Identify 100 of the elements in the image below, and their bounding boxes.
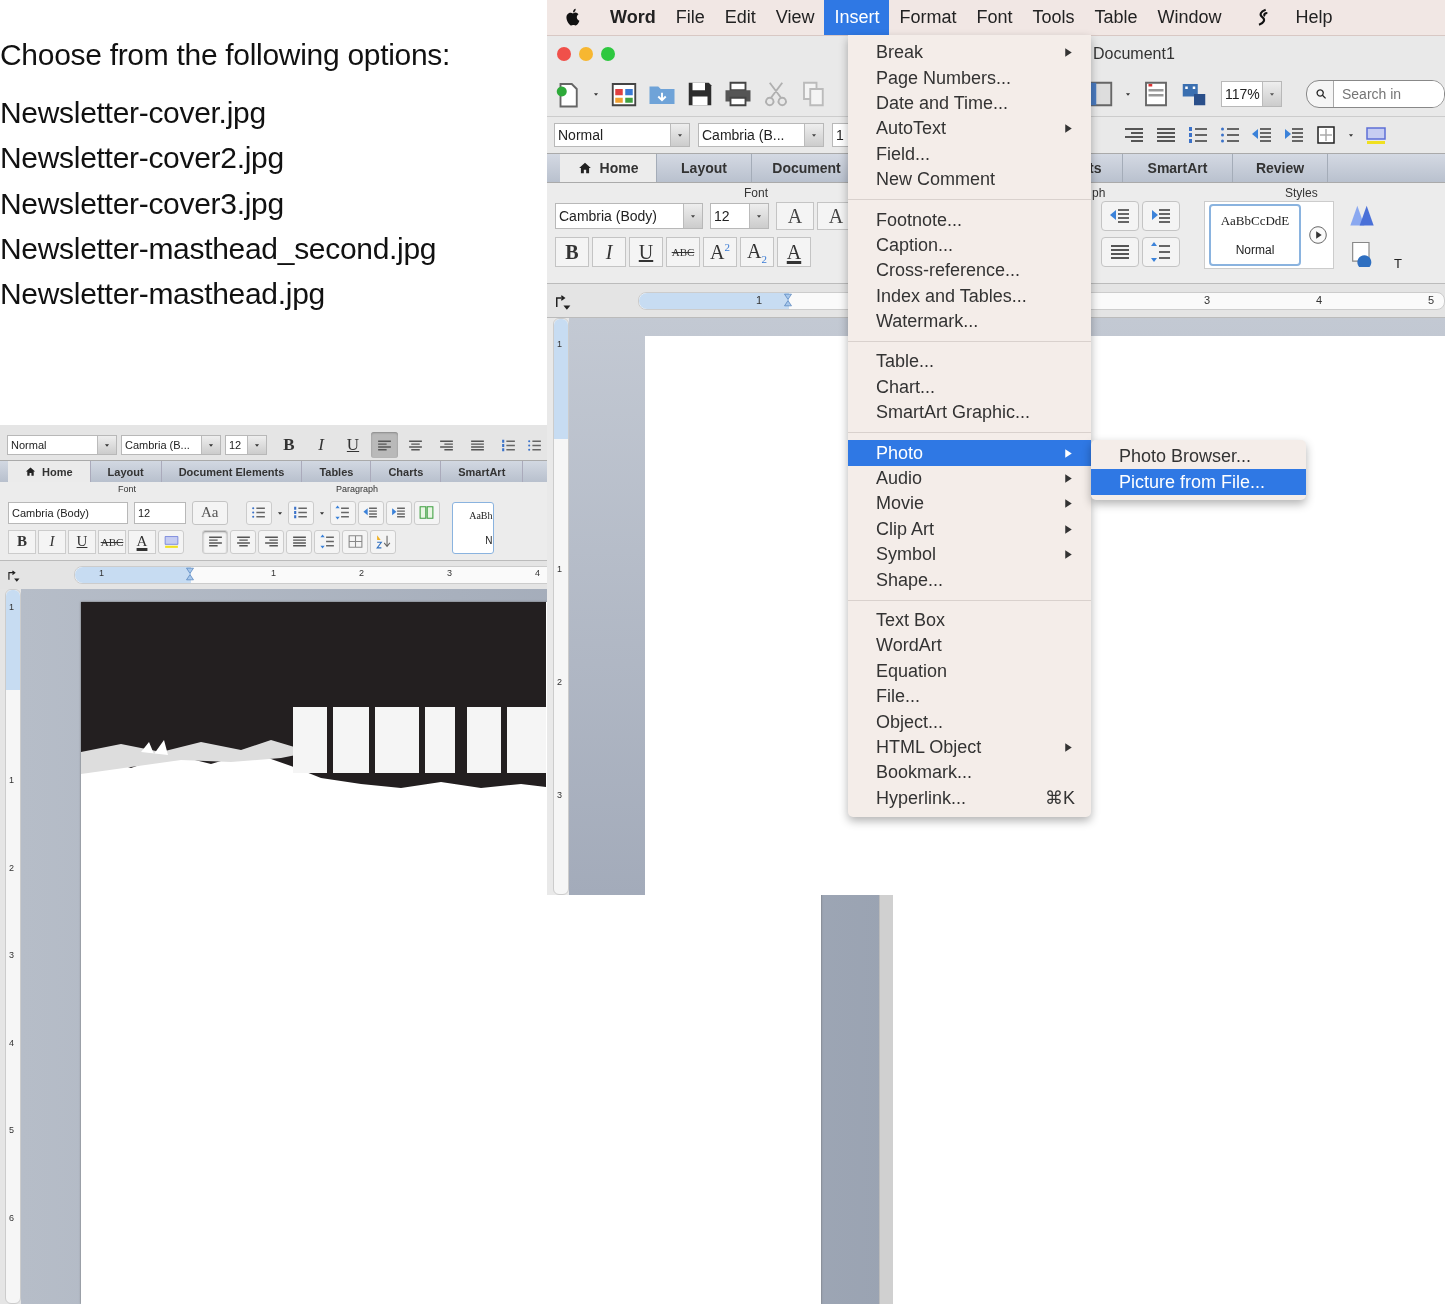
- menu-item[interactable]: Clip Art: [848, 516, 1091, 543]
- menu-item[interactable]: SmartArt Graphic...: [848, 400, 1091, 426]
- ribbon-tab[interactable]: Home: [560, 154, 657, 182]
- menu-item[interactable]: Photo: [848, 440, 1091, 466]
- ribbon-tab[interactable]: SmartArt: [1123, 154, 1233, 182]
- italic-button[interactable]: I: [592, 237, 626, 267]
- menu-item[interactable]: Symbol: [848, 542, 1091, 568]
- font-size-dropdown[interactable]: 12: [710, 203, 769, 229]
- font-dropdown[interactable]: Cambria (B...: [698, 123, 824, 147]
- menu-item[interactable]: Table...: [848, 349, 1091, 375]
- bold-button[interactable]: B: [555, 237, 589, 267]
- ruler-number: 1: [557, 339, 562, 349]
- bold-button[interactable]: B: [8, 529, 36, 554]
- menu-item[interactable]: Bookmark...: [848, 760, 1091, 786]
- menu-bar-item[interactable]: Insert: [824, 0, 890, 35]
- font-size-dropdown[interactable]: 12: [225, 435, 267, 455]
- menu-item[interactable]: Break: [848, 40, 1091, 66]
- search-field[interactable]: Search in: [1305, 79, 1445, 108]
- ruler-number: 3: [9, 950, 14, 961]
- ruler-number: 4: [535, 568, 540, 578]
- menu-item[interactable]: WordArt: [848, 633, 1091, 659]
- menu-item[interactable]: Audio: [848, 465, 1091, 492]
- menu-item[interactable]: Date and Time...: [848, 90, 1091, 117]
- menu-item[interactable]: Watermark...: [848, 308, 1091, 335]
- menu-item[interactable]: Text Box: [848, 607, 1091, 634]
- font-dropdown[interactable]: Cambria (B...: [121, 435, 221, 455]
- menu-item[interactable]: Object...: [848, 709, 1091, 735]
- menu-item[interactable]: Movie: [848, 491, 1091, 517]
- ruler-number: 1: [9, 602, 14, 612]
- strike-button[interactable]: ABC: [666, 237, 700, 267]
- group-label: Paragraph: [336, 484, 379, 494]
- ruler-number: 1: [557, 564, 562, 574]
- group-label: ph: [1092, 186, 1106, 200]
- menu-bar-item[interactable]: View: [765, 0, 825, 35]
- ruler-number: 1: [756, 293, 763, 306]
- file-option: Newsletter-cover.jpg: [0, 90, 451, 136]
- ruler-number: 4: [1316, 293, 1323, 306]
- menu-item[interactable]: Chart...: [848, 374, 1091, 401]
- menu-item[interactable]: Shape...: [848, 567, 1091, 593]
- style-preview[interactable]: AaBh N: [451, 502, 494, 554]
- color-button[interactable]: A: [777, 237, 811, 267]
- file-option: Newsletter-cover3.jpg: [0, 180, 451, 226]
- menu-item[interactable]: Picture from File...: [1091, 469, 1306, 495]
- file-option: Newsletter-masthead.jpg: [0, 271, 451, 317]
- menu-bar-item[interactable]: Tools: [1022, 0, 1085, 35]
- menu-bar-item[interactable]: Edit: [714, 0, 766, 35]
- grow-font-button[interactable]: A: [775, 202, 814, 230]
- font-size-dropdown[interactable]: 12: [134, 501, 186, 524]
- menu-item[interactable]: Cross-reference...: [848, 258, 1091, 284]
- menu-item[interactable]: File...: [848, 684, 1091, 710]
- super-button[interactable]: A$^{2}$: [703, 237, 737, 267]
- menu-item[interactable]: Equation: [848, 658, 1091, 684]
- color-button[interactable]: A: [128, 529, 156, 554]
- bold-button[interactable]: B: [275, 433, 303, 457]
- ribbon-tab[interactable]: Review: [1233, 154, 1328, 182]
- menu-bar-item[interactable]: File: [665, 0, 715, 35]
- menu-item[interactable]: Hyperlink... ⌘K: [848, 785, 1091, 811]
- italic-button[interactable]: I: [38, 529, 66, 554]
- ruler-number: 3: [1204, 293, 1211, 306]
- ribbon-tab[interactable]: Layout: [657, 154, 752, 182]
- menu-item[interactable]: Caption...: [848, 232, 1091, 259]
- ruler-number: 2: [359, 568, 364, 578]
- file-option: Newsletter-masthead_second.jpg: [0, 225, 451, 272]
- menu-item[interactable]: Photo Browser...: [1091, 444, 1306, 470]
- style-preview[interactable]: AaBbCcDdE Normal: [1209, 204, 1301, 266]
- ruler-number: 1: [99, 568, 104, 578]
- ruler-number: 1: [9, 775, 14, 785]
- ruler-number: 1: [271, 568, 276, 578]
- group-label: Styles: [1285, 186, 1318, 200]
- change-case-button[interactable]: Aa: [192, 500, 228, 525]
- group-label: Font: [744, 186, 768, 200]
- ruler-number: 4: [9, 1037, 14, 1048]
- ribbon-tab[interactable]: Home: [8, 461, 91, 482]
- sub-button[interactable]: A$_{2}$: [740, 237, 774, 267]
- strike-button[interactable]: ABC: [98, 529, 126, 554]
- underline-button[interactable]: U: [629, 237, 663, 267]
- ruler-number: 2: [9, 862, 14, 873]
- style-dropdown[interactable]: Normal: [7, 435, 117, 455]
- ruler-number: 3: [557, 790, 562, 800]
- ruler-number: 6: [9, 1213, 14, 1223]
- underline-button[interactable]: U: [339, 433, 367, 457]
- window-title: Document1: [1093, 44, 1175, 63]
- menu-item[interactable]: HTML Object: [848, 734, 1091, 761]
- menu-bar-item[interactable]: Format: [889, 0, 967, 35]
- menu-bar-item[interactable]: Word: [600, 0, 666, 35]
- style-dropdown[interactable]: Normal: [554, 123, 690, 147]
- font-dropdown[interactable]: Cambria (Body): [8, 501, 128, 524]
- zoom-dropdown[interactable]: 117%: [1221, 80, 1282, 107]
- underline-button[interactable]: U: [68, 529, 96, 554]
- italic-button[interactable]: I: [307, 433, 335, 457]
- menu-item[interactable]: Page Numbers...: [848, 65, 1091, 91]
- instruction-text: Choose from the following options:: [0, 38, 451, 72]
- menu-bar-item[interactable]: Help: [1285, 0, 1343, 35]
- font-dropdown[interactable]: Cambria (Body): [555, 203, 704, 229]
- menu-bar-item[interactable]: Font: [966, 0, 1023, 35]
- group-label: Font: [118, 484, 136, 494]
- menu-item[interactable]: Index and Tables...: [848, 283, 1091, 309]
- menu-bar-item[interactable]: Window: [1147, 0, 1232, 35]
- menu-bar-item[interactable]: Table: [1084, 0, 1148, 35]
- ruler-number: 5: [9, 1125, 14, 1136]
